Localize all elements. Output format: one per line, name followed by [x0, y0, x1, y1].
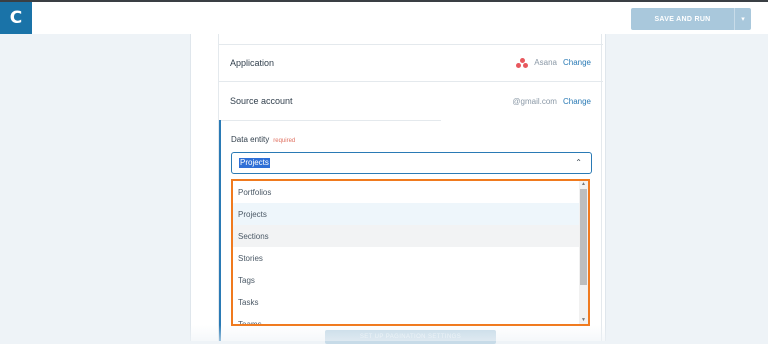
scroll-down-arrow-icon[interactable]: ▼ [580, 317, 587, 324]
source-account-row: Source account @gmail.com Change [219, 82, 603, 120]
active-section-indicator [219, 120, 221, 341]
application-label: Application [230, 57, 275, 68]
option-portfolios[interactable]: Portfolios [233, 181, 579, 203]
data-entity-select[interactable]: Projects ⌃ [231, 152, 592, 174]
scrollbar-thumb[interactable] [580, 189, 587, 285]
option-tasks[interactable]: Tasks [233, 291, 579, 313]
scroll-up-arrow-icon[interactable]: ▲ [580, 181, 587, 188]
data-entity-label: Data entity required [231, 135, 295, 144]
save-and-run-group: SAVE AND RUN ▾ [631, 8, 751, 30]
source-divider [219, 120, 441, 121]
data-entity-selected-value: Projects [239, 158, 270, 168]
save-and-run-button[interactable]: SAVE AND RUN [631, 8, 734, 30]
required-marker: required [273, 138, 296, 144]
logo-mark: C [9, 8, 23, 28]
application-row: Application Asana Change [219, 44, 603, 82]
option-tags[interactable]: Tags [233, 269, 579, 291]
source-account-label: Source account [230, 96, 293, 106]
application-name: Asana [534, 58, 557, 67]
option-sections[interactable]: Sections [233, 225, 579, 247]
option-stories[interactable]: Stories [233, 247, 579, 269]
top-bar: C SAVE AND RUN ▾ [0, 0, 768, 34]
change-application-link[interactable]: Change [563, 58, 591, 67]
application-value: Asana Change [516, 57, 591, 68]
app-logo[interactable]: C [0, 2, 32, 34]
option-projects[interactable]: Projects [233, 203, 579, 225]
change-source-link[interactable]: Change [563, 97, 591, 106]
chevron-up-icon[interactable]: ⌃ [575, 158, 582, 167]
source-account-value: @gmail.com Change [512, 97, 591, 106]
asana-icon [516, 57, 529, 68]
save-options-caret-icon[interactable]: ▾ [734, 8, 751, 30]
bottom-fade [0, 325, 768, 341]
source-account-email: @gmail.com [512, 96, 557, 106]
dropdown-scrollbar[interactable]: ▲ ▼ [579, 181, 588, 324]
data-entity-label-text: Data entity [231, 135, 270, 144]
data-entity-dropdown[interactable]: Portfolios Projects Sections Stories Tag… [231, 179, 590, 326]
